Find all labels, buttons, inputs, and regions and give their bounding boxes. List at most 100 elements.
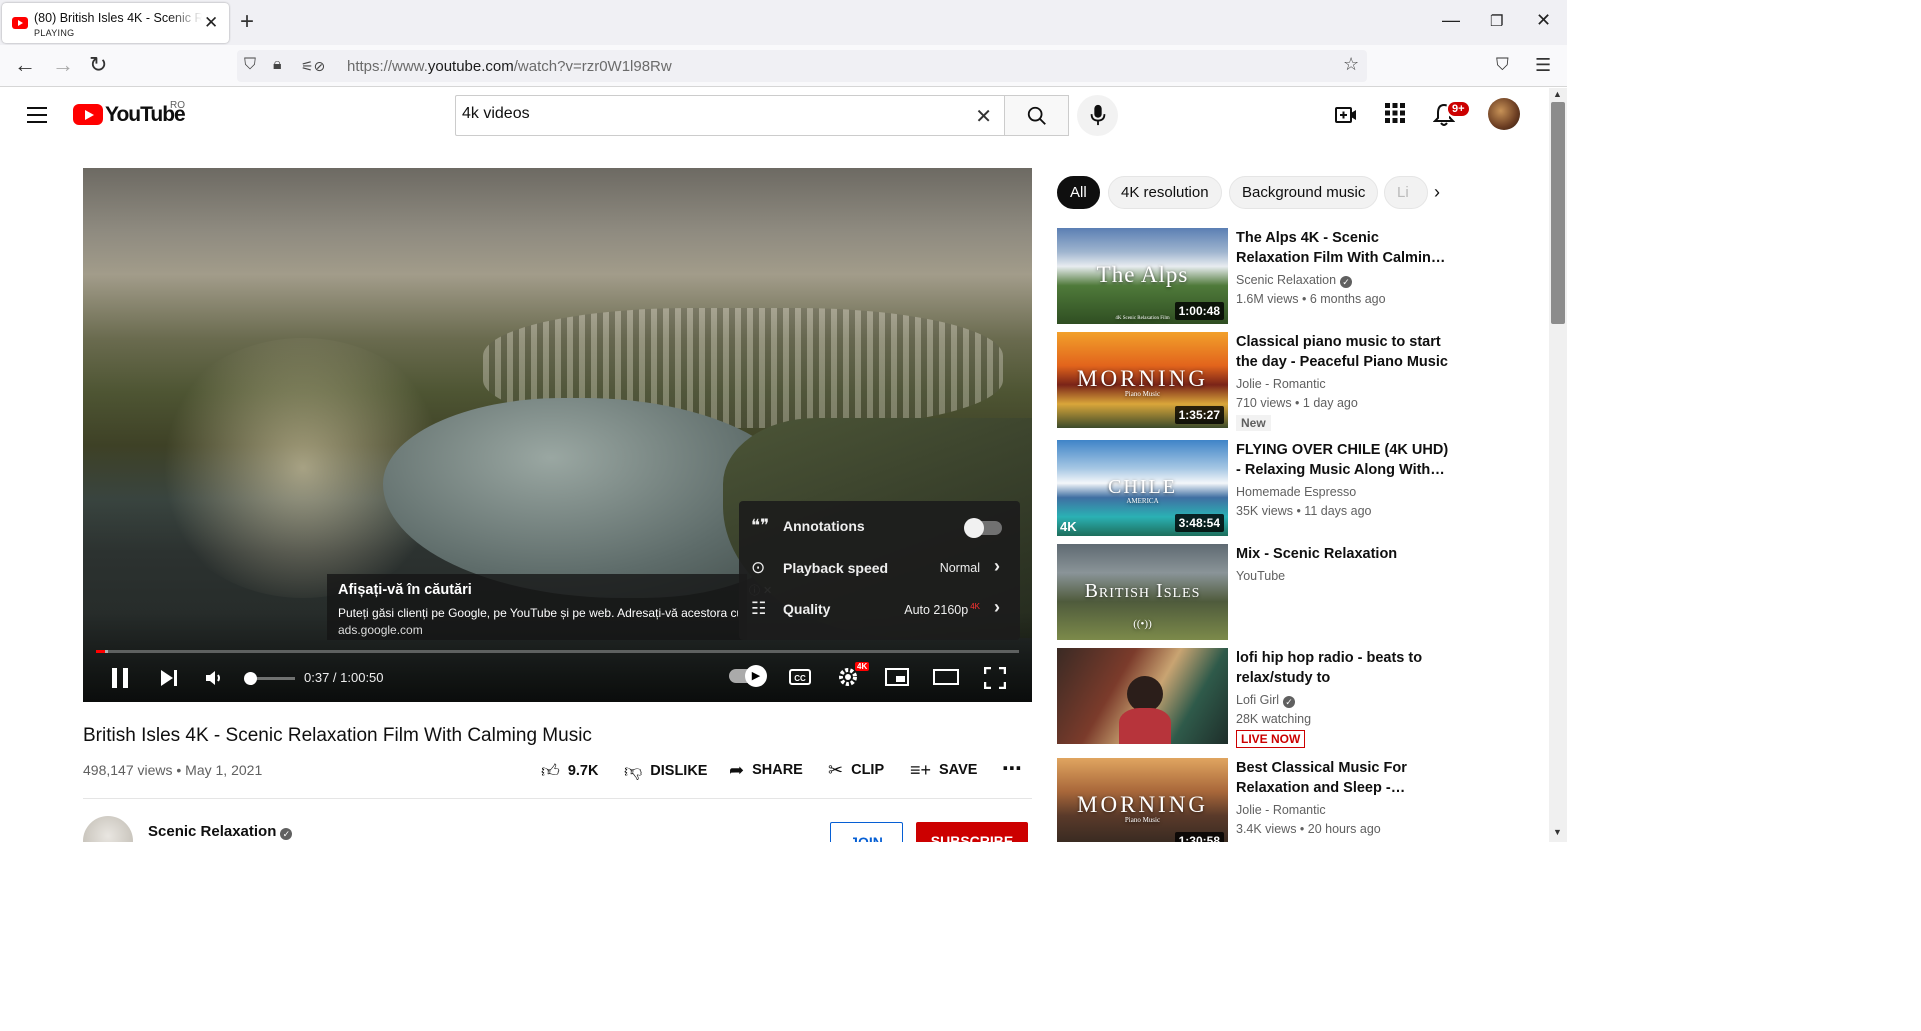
annotations-row[interactable]: ❝❞ Annotations — [739, 507, 1020, 547]
search-button[interactable] — [1004, 95, 1069, 136]
search-box[interactable]: ✕ — [455, 95, 1005, 136]
youtube-favicon-icon — [12, 17, 28, 29]
ad-body: Puteți găsi clienți pe Google, pe YouTub… — [338, 606, 738, 620]
guide-menu-icon[interactable] — [27, 107, 47, 123]
duration-badge: 1:00:48 — [1174, 302, 1224, 320]
recommendation-channel[interactable]: YouTube — [1236, 569, 1285, 583]
video-thumbnail[interactable]: British Isles ((•)) — [1057, 544, 1228, 640]
search-input[interactable] — [462, 105, 962, 123]
tab-close-icon[interactable]: ✕ — [204, 13, 218, 33]
video-thumbnail[interactable]: MORNING Piano Music 1:35:27 — [1057, 332, 1228, 428]
theater-mode-icon[interactable] — [933, 669, 959, 685]
recommendation-stats: 710 views • 1 day ago — [1236, 396, 1358, 410]
video-thumbnail[interactable]: CHILE AMERICA 4K 3:48:54 — [1057, 440, 1228, 536]
recommendation-title[interactable]: The Alps 4K - Scenic Relaxation Film Wit… — [1236, 228, 1451, 268]
miniplayer-icon[interactable] — [885, 668, 909, 686]
playback-speed-value: Normal — [939, 561, 980, 575]
autoplay-toggle[interactable] — [729, 665, 767, 687]
recommendation-title[interactable]: Mix - Scenic Relaxation — [1236, 544, 1451, 564]
reload-icon[interactable]: ↻ — [89, 53, 107, 77]
thumbs-up-icon: 👍︎ — [541, 761, 560, 781]
quality-row[interactable]: ☷ Quality Auto 2160p 4K › — [739, 590, 1020, 630]
chevron-right-icon[interactable]: › — [1434, 182, 1440, 203]
ad-headline[interactable]: Afișați-vă în căutări — [338, 582, 472, 598]
url-text[interactable]: https://www.youtube.com/watch?v=rzr0W1l9… — [347, 58, 672, 75]
playback-speed-row[interactable]: ⊙ Playback speed Normal › — [739, 549, 1020, 589]
ad-overlay[interactable]: Afișați-vă în căutări Puteți găsi clienț… — [327, 574, 747, 640]
share-button[interactable]: ➦ SHARE — [729, 760, 803, 781]
chip-all[interactable]: All — [1057, 176, 1100, 209]
recommendation-item[interactable]: The Alps 4K Scenic Relaxation Film 1:00:… — [1057, 228, 1457, 328]
recommendation-item[interactable]: British Isles ((•)) Mix - Scenic Relaxat… — [1057, 544, 1457, 644]
more-actions-icon[interactable]: ⋯ — [1002, 756, 1022, 781]
annotations-toggle[interactable] — [964, 518, 1002, 538]
next-video-icon[interactable] — [158, 668, 180, 688]
back-icon[interactable]: ← — [14, 53, 36, 77]
recommendation-item[interactable]: lofi hip hop radio - beats to relax/stud… — [1057, 648, 1457, 748]
recommendation-title[interactable]: Classical piano music to start the day -… — [1236, 332, 1451, 372]
forward-icon[interactable]: → — [52, 53, 74, 77]
create-video-icon[interactable] — [1334, 103, 1358, 127]
new-tab-icon[interactable]: + — [240, 8, 254, 36]
bookmark-star-icon[interactable]: ☆ — [1343, 54, 1359, 75]
recommendation-title[interactable]: FLYING OVER CHILE (4K UHD) - Relaxing Mu… — [1236, 440, 1451, 480]
volume-knob[interactable] — [244, 672, 257, 685]
url-bar[interactable]: ⛉ 🔒︎ ⚟⊘ https://www.youtube.com/watch?v=… — [237, 50, 1367, 82]
video-thumbnail[interactable]: MORNING Piano Music 1:30:58 — [1057, 758, 1228, 854]
video-player[interactable]: Afișați-vă în căutări Puteți găsi clienț… — [83, 168, 1032, 702]
progress-bar[interactable] — [96, 650, 1019, 653]
scroll-down-icon[interactable]: ▼ — [1553, 827, 1562, 837]
microphone-icon — [1090, 104, 1106, 126]
permissions-icon[interactable]: ⚟⊘ — [301, 58, 325, 75]
voice-search-button[interactable] — [1077, 95, 1118, 136]
video-thumbnail[interactable] — [1057, 648, 1228, 744]
quality-sliders-icon: ☷ — [751, 599, 767, 618]
browser-menu-icon[interactable]: ☰ — [1535, 53, 1551, 77]
channel-name[interactable]: Scenic Relaxation ✓ — [148, 823, 293, 840]
tab-playing-status: PLAYING — [34, 28, 75, 38]
chip-truncated[interactable]: Li — [1384, 176, 1428, 209]
volume-slider[interactable] — [244, 672, 295, 685]
recommendation-title[interactable]: lofi hip hop radio - beats to relax/stud… — [1236, 648, 1451, 688]
recommendation-item[interactable]: CHILE AMERICA 4K 3:48:54 FLYING OVER CHI… — [1057, 440, 1457, 540]
page-scrollbar[interactable]: ▲ ▼ — [1549, 88, 1567, 842]
recommendation-channel[interactable]: Jolie - Romantic — [1236, 803, 1326, 817]
scrollbar-thumb[interactable] — [1551, 102, 1565, 324]
new-badge: New — [1236, 415, 1271, 431]
lock-icon[interactable]: 🔒︎ — [273, 56, 282, 74]
pause-icon[interactable] — [109, 666, 131, 690]
recommendation-stats: 35K views • 11 days ago — [1236, 504, 1372, 518]
ad-url[interactable]: ads.google.com — [338, 623, 423, 637]
fullscreen-icon[interactable] — [984, 667, 1006, 689]
clip-button[interactable]: ✂ CLIP — [828, 760, 884, 781]
clear-search-icon[interactable]: ✕ — [975, 104, 992, 129]
recommendation-channel[interactable]: Lofi Girl ✓ — [1236, 693, 1296, 708]
apps-grid-icon[interactable] — [1385, 103, 1405, 123]
tab-title: (80) British Isles 4K - Scenic Relaxatio… — [34, 11, 202, 25]
subtitles-icon[interactable]: CC — [789, 668, 811, 686]
recommendation-item[interactable]: MORNING Piano Music 1:35:27 Classical pi… — [1057, 332, 1457, 432]
chip-background-music[interactable]: Background music — [1229, 176, 1379, 209]
account-avatar[interactable] — [1488, 98, 1520, 130]
settings-menu: ❝❞ Annotations ⊙ Playback speed Normal ›… — [739, 501, 1020, 640]
verified-icon: ✓ — [1283, 696, 1296, 708]
shield-icon[interactable]: ⛉ — [244, 56, 256, 74]
youtube-logo-icon[interactable] — [73, 104, 103, 125]
restore-icon[interactable]: ❐ — [1490, 12, 1503, 30]
window-close-icon[interactable]: ✕ — [1536, 10, 1551, 31]
pocket-icon[interactable]: ⛉ — [1496, 53, 1509, 77]
recommendation-channel[interactable]: Scenic Relaxation ✓ — [1236, 273, 1353, 288]
verified-icon: ✓ — [280, 828, 293, 840]
browser-tab[interactable]: (80) British Isles 4K - Scenic Relaxatio… — [2, 3, 229, 43]
dislike-button[interactable]: 👎︎ DISLIKE — [624, 760, 707, 782]
save-button[interactable]: ≡+ SAVE — [910, 760, 977, 781]
recommendation-channel[interactable]: Homemade Espresso — [1236, 485, 1356, 499]
video-thumbnail[interactable]: The Alps 4K Scenic Relaxation Film 1:00:… — [1057, 228, 1228, 324]
like-button[interactable]: 👍︎ 9.7K — [541, 760, 598, 782]
minimize-icon[interactable]: — — [1442, 10, 1460, 31]
chip-4k-resolution[interactable]: 4K resolution — [1108, 176, 1222, 209]
scroll-up-icon[interactable]: ▲ — [1553, 89, 1562, 99]
volume-icon[interactable] — [204, 668, 226, 688]
recommendation-title[interactable]: Best Classical Music For Relaxation and … — [1236, 758, 1451, 798]
recommendation-channel[interactable]: Jolie - Romantic — [1236, 377, 1326, 391]
